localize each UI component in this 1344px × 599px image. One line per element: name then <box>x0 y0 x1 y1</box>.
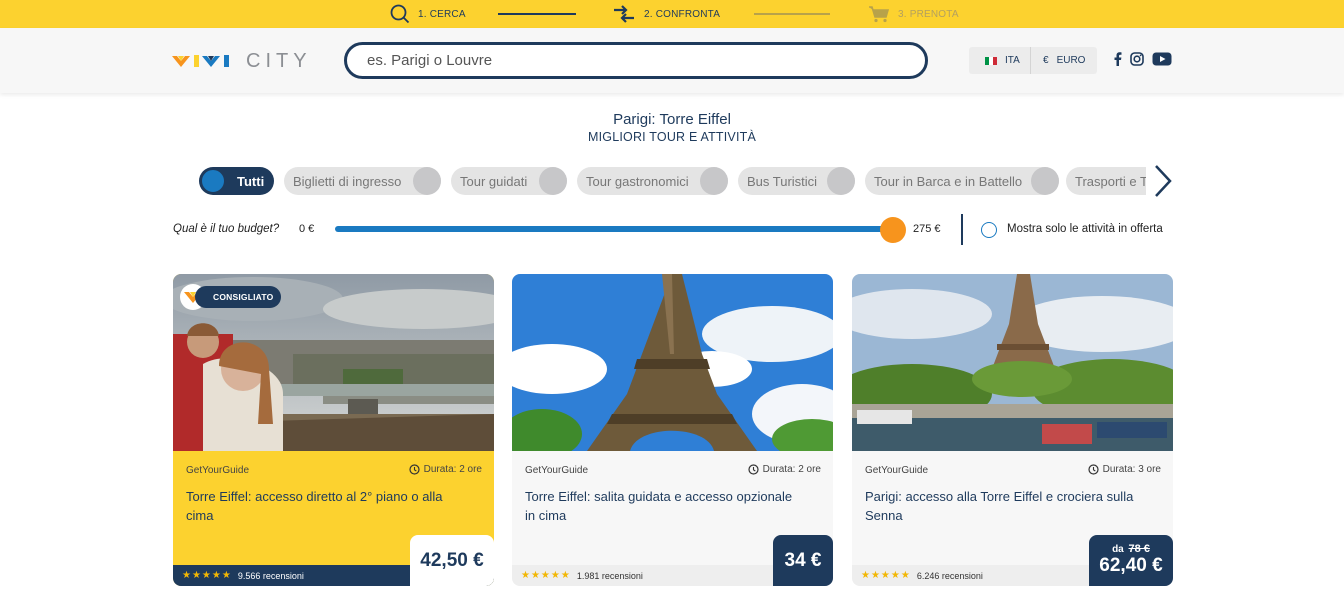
site-header: CITY ITA € EURO <box>0 28 1344 93</box>
step-label: 3. PRENOTA <box>898 8 959 20</box>
star-rating-icon: ★★★★★ <box>861 570 911 581</box>
category-label: Bus Turistici <box>747 173 818 189</box>
old-price: 78 € <box>1128 543 1150 555</box>
history-clock-icon <box>1088 464 1099 475</box>
card-title[interactable]: Torre Eiffel: salita guidata e accesso o… <box>525 487 805 525</box>
category-overflow: Trasporti e Tr <box>1066 167 1146 195</box>
card-title[interactable]: Parigi: accesso alla Torre Eiffel e croc… <box>865 487 1145 525</box>
duration-label: Durata: 2 ore <box>762 464 821 475</box>
toggle-knob <box>700 167 728 195</box>
card-duration: Durata: 2 ore <box>748 464 821 475</box>
toggle-knob <box>539 167 567 195</box>
toggle-knob <box>827 167 855 195</box>
category-tab-food-tours[interactable]: Tour gastronomici <box>577 167 728 195</box>
category-tab-tour-buses[interactable]: Bus Turistici <box>738 167 855 195</box>
progress-stepper: 1. CERCA 2. CONFRONTA 3. PRENOTA <box>0 0 1344 28</box>
category-label: Tour in Barca e in Battello <box>874 173 1023 189</box>
currency-selector[interactable]: € EURO <box>1031 55 1085 66</box>
divider <box>961 214 963 245</box>
price-value: 42,50 € <box>420 549 484 571</box>
activity-card[interactable]: CONSIGLIATO GetYourGuide Durata: 2 ore T… <box>173 274 494 586</box>
budget-slider-handle[interactable] <box>880 217 906 243</box>
cart-icon <box>868 5 890 23</box>
youtube-icon[interactable] <box>1152 52 1172 66</box>
category-tab-all[interactable]: Tutti <box>199 167 274 195</box>
instagram-icon[interactable] <box>1130 52 1144 66</box>
step-connector <box>498 13 576 15</box>
currency-label: EURO <box>1056 55 1086 66</box>
logo-mark-icon <box>172 55 229 67</box>
card-provider: GetYourGuide <box>865 465 929 476</box>
category-tab-boat-tours[interactable]: Tour in Barca e in Battello <box>865 167 1059 195</box>
category-label: Tour guidati <box>460 173 528 189</box>
page-title: Parigi: Torre Eiffel <box>613 111 731 128</box>
chevron-right-icon[interactable] <box>1152 163 1174 199</box>
budget-label: Qual è il tuo budget? <box>173 223 280 235</box>
category-tab-guided-tours[interactable]: Tour guidati <box>451 167 567 195</box>
card-photo-eiffel-tower <box>512 274 833 451</box>
category-tab-tickets[interactable]: Biglietti di ingresso <box>284 167 441 195</box>
duration-label: Durata: 2 ore <box>423 464 482 475</box>
review-count: 1.981 recensioni <box>576 570 643 581</box>
step-search[interactable]: 1. CERCA <box>390 0 466 28</box>
search-input[interactable] <box>344 42 928 79</box>
category-tab-transport[interactable]: Trasporti e Tr <box>1066 167 1146 195</box>
language-selector[interactable]: ITA <box>969 47 1031 74</box>
step-label: 1. CERCA <box>418 8 466 20</box>
toggle-knob <box>413 167 441 195</box>
price-value: 62,40 € <box>1099 555 1163 576</box>
price-from-label: da <box>1112 544 1124 555</box>
history-clock-icon <box>409 464 420 475</box>
card-duration: Durata: 3 ore <box>1088 464 1161 475</box>
step-connector <box>754 13 830 15</box>
review-count: 6.246 recensioni <box>916 570 983 581</box>
compare-arrows-icon <box>612 5 636 23</box>
activity-card[interactable]: GetYourGuide Durata: 2 ore Torre Eiffel:… <box>512 274 833 586</box>
card-price: 34 € <box>773 535 833 586</box>
card-price: 42,50 € <box>410 535 494 586</box>
card-provider: GetYourGuide <box>186 465 250 476</box>
vivicity-logo[interactable]: CITY <box>172 50 312 72</box>
toggle-knob <box>200 168 226 194</box>
italy-flag-icon <box>985 56 997 65</box>
card-price: da 78 € 62,40 € <box>1089 535 1173 586</box>
offers-only-radio[interactable] <box>981 222 997 238</box>
budget-slider-track[interactable] <box>335 226 895 232</box>
history-clock-icon <box>748 464 759 475</box>
step-book[interactable]: 3. PRENOTA <box>868 0 959 28</box>
star-rating-icon: ★★★★★ <box>521 570 571 581</box>
card-photo-eiffel-seine <box>852 274 1173 451</box>
category-label: Biglietti di ingresso <box>293 173 402 189</box>
step-compare[interactable]: 2. CONFRONTA <box>612 0 720 28</box>
recommended-badge: CONSIGLIATO <box>195 286 282 308</box>
price-from: da 78 € <box>1112 543 1150 556</box>
price-value: 34 € <box>784 549 822 571</box>
budget-max-value: 275 € <box>913 223 941 235</box>
category-label: Tour gastronomici <box>586 173 689 189</box>
duration-label: Durata: 3 ore <box>1102 464 1161 475</box>
logo-text: CITY <box>246 49 312 72</box>
activity-card[interactable]: GetYourGuide Durata: 3 ore Parigi: acces… <box>852 274 1173 586</box>
search-icon <box>390 4 410 24</box>
card-title[interactable]: Torre Eiffel: accesso diretto al 2° pian… <box>186 487 466 525</box>
page-subtitle: MIGLIORI TOUR E ATTIVITÀ <box>587 130 757 144</box>
facebook-icon[interactable] <box>1113 52 1122 66</box>
currency-symbol: € <box>1043 55 1049 66</box>
step-label: 2. CONFRONTA <box>644 8 721 20</box>
language-label: ITA <box>1005 55 1020 66</box>
toggle-knob <box>1031 167 1059 195</box>
review-count: 9.566 recensioni <box>237 570 304 581</box>
card-duration: Durata: 2 ore <box>409 464 482 475</box>
locale-selector: ITA € EURO <box>969 47 1097 74</box>
category-label: Tutti <box>237 173 265 189</box>
star-rating-icon: ★★★★★ <box>182 570 232 581</box>
card-provider: GetYourGuide <box>525 465 589 476</box>
badge-label: CONSIGLIATO <box>213 292 274 302</box>
category-label: Trasporti e Tr <box>1075 173 1146 189</box>
budget-min-value: 0 € <box>299 223 315 235</box>
offers-only-label[interactable]: Mostra solo le attività in offerta <box>1007 223 1163 235</box>
